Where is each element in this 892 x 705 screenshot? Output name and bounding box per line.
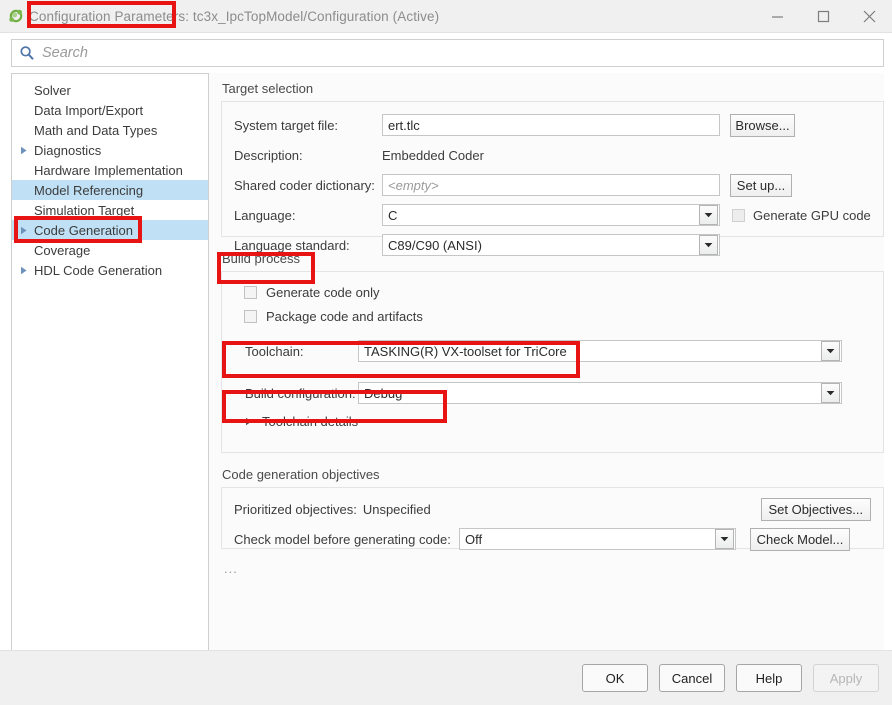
prioritized-objectives-label: Prioritized objectives: [234,502,357,517]
build-configuration-row: Build configuration: Debug [234,380,871,406]
set-up-button[interactable]: Set up... [730,174,792,197]
tree-item-label: Diagnostics [31,143,101,158]
language-label: Language: [234,208,382,223]
tree-item-data-import-export[interactable]: Data Import/Export [12,100,208,120]
language-row: Language: C Generate GPU code [234,202,871,228]
check-model-button[interactable]: Check Model... [750,528,850,551]
tree-item-model-referencing[interactable]: Model Referencing [12,180,208,200]
shared-coder-dictionary-row: Shared coder dictionary: <empty> Set up.… [234,172,871,198]
check-model-value: Off [460,532,715,547]
prioritized-objectives-row: Prioritized objectives: Unspecified Set … [234,496,871,522]
description-value: Embedded Coder [382,148,484,163]
tree-item-coverage[interactable]: Coverage [12,240,208,260]
description-label: Description: [234,148,382,163]
prioritized-objectives-value: Unspecified [363,502,431,517]
toolchain-details-expander[interactable]: Toolchain details [234,410,871,432]
check-model-row: Check model before generating code: Off … [234,526,871,552]
tree-item-hardware-implementation[interactable]: Hardware Implementation [12,160,208,180]
maximize-icon[interactable] [800,0,846,32]
chevron-down-icon[interactable] [699,235,718,255]
chevron-right-icon[interactable] [20,266,31,275]
browse-button[interactable]: Browse... [730,114,795,137]
build-configuration-value: Debug [359,386,821,401]
generate-gpu-code-label: Generate GPU code [753,208,871,223]
build-configuration-label: Build configuration: [245,386,358,401]
tree-item-label: Simulation Target [31,203,134,218]
language-standard-dropdown[interactable]: C89/C90 (ANSI) [382,234,720,256]
shared-coder-dictionary-input[interactable]: <empty> [382,174,720,196]
toolchain-details-label: Toolchain details [262,414,358,429]
tree-item-label: Solver [31,83,71,98]
close-icon[interactable] [846,0,892,32]
package-code-and-artifacts-checkbox[interactable] [244,310,257,323]
minimize-icon[interactable] [754,0,800,32]
code-generation-objectives-panel: Prioritized objectives: Unspecified Set … [221,487,884,549]
chevron-right-icon[interactable] [20,146,31,155]
simulink-icon [7,7,25,25]
chevron-down-icon[interactable] [821,341,840,361]
system-target-file-label: System target file: [234,118,382,133]
generate-code-only-row[interactable]: Generate code only [234,280,871,304]
set-objectives-button[interactable]: Set Objectives... [761,498,871,521]
build-configuration-dropdown[interactable]: Debug [358,382,842,404]
tree-item-label: Data Import/Export [31,103,143,118]
package-code-and-artifacts-label: Package code and artifacts [266,309,423,324]
chevron-right-icon[interactable] [245,417,256,426]
check-model-dropdown[interactable]: Off [459,528,736,550]
check-model-label: Check model before generating code: [234,532,459,547]
chevron-down-icon[interactable] [699,205,718,225]
language-value: C [383,208,699,223]
target-selection-panel: System target file: ert.tlc Browse... De… [221,101,884,237]
settings-tree: Solver Data Import/Export Math and Data … [11,73,209,657]
generate-gpu-code-checkbox[interactable] [732,209,745,222]
settings-pane: Target selection System target file: ert… [209,73,884,657]
system-target-file-input[interactable]: ert.tlc [382,114,720,136]
tree-item-label: Hardware Implementation [31,163,183,178]
apply-button: Apply [813,664,879,692]
tree-item-solver[interactable]: Solver [12,80,208,100]
cancel-button[interactable]: Cancel [659,664,725,692]
language-dropdown[interactable]: C [382,204,720,226]
tree-item-code-generation[interactable]: Code Generation [12,220,208,240]
search-icon [19,45,35,61]
search-bar-area: Search [0,33,892,73]
ok-button[interactable]: OK [582,664,648,692]
tree-item-diagnostics[interactable]: Diagnostics [12,140,208,160]
package-code-and-artifacts-row[interactable]: Package code and artifacts [234,304,871,328]
overflow-indicator: ... [224,561,884,576]
tree-item-label: HDL Code Generation [31,263,162,278]
target-selection-heading: Target selection [222,81,884,96]
dialog-footer: OK Cancel Help Apply [0,650,892,705]
tree-item-label: Math and Data Types [31,123,157,138]
search-placeholder: Search [42,45,88,61]
shared-coder-dictionary-label: Shared coder dictionary: [234,178,382,193]
generate-code-only-checkbox[interactable] [244,286,257,299]
window-titlebar: Configuration Parameters: tc3x_IpcTopMod… [0,0,892,33]
window-title: Configuration Parameters: tc3x_IpcTopMod… [29,9,439,24]
chevron-down-icon[interactable] [821,383,840,403]
build-process-panel: Generate code only Package code and arti… [221,271,884,453]
tree-item-label: Coverage [31,243,90,258]
tree-item-hdl-code-generation[interactable]: HDL Code Generation [12,260,208,280]
main-content: Solver Data Import/Export Math and Data … [0,73,892,657]
generate-code-only-label: Generate code only [266,285,379,300]
tree-item-label: Code Generation [31,223,133,238]
tree-item-math-and-data-types[interactable]: Math and Data Types [12,120,208,140]
toolchain-value: TASKING(R) VX-toolset for TriCore [359,344,821,359]
toolchain-row: Toolchain: TASKING(R) VX-toolset for Tri… [234,338,871,364]
language-standard-value: C89/C90 (ANSI) [383,238,699,253]
toolchain-dropdown[interactable]: TASKING(R) VX-toolset for TriCore [358,340,842,362]
tree-item-label: Model Referencing [31,183,143,198]
search-input[interactable]: Search [11,39,884,67]
description-row: Description: Embedded Coder [234,142,871,168]
toolchain-label: Toolchain: [245,344,358,359]
help-button[interactable]: Help [736,664,802,692]
system-target-file-row: System target file: ert.tlc Browse... [234,112,871,138]
window-controls [754,0,892,32]
chevron-down-icon[interactable] [715,529,734,549]
chevron-right-icon[interactable] [20,226,31,235]
code-generation-objectives-heading: Code generation objectives [222,467,884,482]
tree-item-simulation-target[interactable]: Simulation Target [12,200,208,220]
